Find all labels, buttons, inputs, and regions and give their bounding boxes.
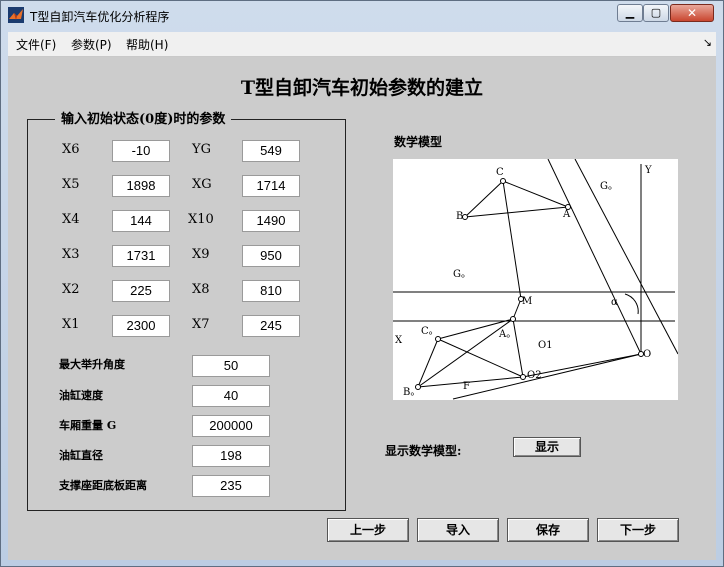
joint-b0: [415, 384, 421, 390]
matlab-logo-icon: [8, 7, 24, 23]
figure-client-area: T型自卸汽车初始参数的建立 输入初始状态(0度)时的参数 X6 -10 X5 1…: [8, 57, 716, 560]
page-title: T型自卸汽车初始参数的建立: [240, 77, 484, 99]
input-x8[interactable]: 810: [242, 280, 300, 302]
input-x7[interactable]: 245: [242, 315, 300, 337]
label-x2: X2: [62, 282, 80, 297]
input-support-distance[interactable]: 235: [192, 475, 270, 497]
joint-a: [565, 204, 571, 210]
label-cylinder-diameter: 油缸直径: [59, 449, 103, 462]
menu-params[interactable]: 参数(P): [71, 36, 112, 53]
label-x10: X10: [188, 212, 214, 227]
input-x9[interactable]: 950: [242, 245, 300, 267]
label-o1: O1: [538, 340, 553, 351]
top-triangle: [464, 180, 569, 218]
label-c0: C。: [421, 326, 439, 337]
link-o2-a0: [512, 318, 524, 378]
joint-b: [462, 214, 468, 220]
input-yg[interactable]: 549: [242, 140, 300, 162]
joint-c: [500, 178, 506, 184]
label-x7: X7: [192, 317, 210, 332]
close-icon: ✕: [686, 6, 698, 20]
input-x3[interactable]: 1731: [112, 245, 170, 267]
link-b0-o2: [417, 376, 524, 388]
label-x3: X3: [62, 247, 80, 262]
next-button[interactable]: 下一步: [597, 518, 679, 542]
label-f: F: [463, 381, 470, 392]
menu-corner-arrow-icon[interactable]: ↘: [703, 36, 712, 49]
label-y: Y: [644, 165, 652, 176]
label-alpha: α: [611, 297, 618, 308]
label-x: X: [395, 335, 403, 346]
input-x5[interactable]: 1898: [112, 175, 170, 197]
input-body-weight[interactable]: 200000: [192, 415, 270, 437]
label-a0: A。: [498, 329, 516, 340]
label-support-distance: 支撑座距底板距离: [59, 479, 147, 492]
minimize-icon: ▁: [625, 6, 635, 19]
import-button[interactable]: 导入: [417, 518, 499, 542]
joint-o2: [520, 374, 526, 380]
label-x4: X4: [62, 212, 80, 227]
alpha-arc: [624, 293, 639, 315]
title-bar[interactable]: T型自卸汽车优化分析程序 ▁ ▢ ✕: [1, 1, 723, 31]
app-window: T型自卸汽车优化分析程序 ▁ ▢ ✕ 文件(F) 参数(P) 帮助(H) ↘ T…: [0, 0, 724, 567]
show-model-label: 显示数学模型:: [385, 444, 462, 458]
close-button[interactable]: ✕: [670, 4, 714, 22]
maximize-icon: ▢: [650, 6, 662, 19]
menu-help[interactable]: 帮助(H): [126, 36, 168, 53]
maximize-button[interactable]: ▢: [643, 4, 669, 22]
prev-button[interactable]: 上一步: [327, 518, 409, 542]
input-cylinder-diameter[interactable]: 198: [192, 445, 270, 467]
input-max-lift-angle[interactable]: 50: [192, 355, 270, 377]
joint-o: [638, 351, 644, 357]
label-body-weight: 车厢重量 G: [59, 419, 117, 432]
label-cylinder-speed: 油缸速度: [59, 389, 103, 402]
math-model-svg: Y C G。 B A G。 M α X C。 A。 O1 O O2 B。 F: [393, 158, 679, 400]
input-x4[interactable]: 144: [112, 210, 170, 232]
input-x1[interactable]: 2300: [112, 315, 170, 337]
label-max-lift-angle: 最大举升角度: [59, 358, 125, 371]
window-title: T型自卸汽车优化分析程序: [30, 10, 170, 24]
label-a: A: [562, 209, 571, 220]
label-c: C: [496, 167, 504, 178]
joint-c0: [435, 336, 441, 342]
label-x1: X1: [62, 317, 80, 332]
label-g0: G。: [453, 269, 471, 280]
input-x2[interactable]: 225: [112, 280, 170, 302]
model-title: 数学模型: [394, 135, 443, 149]
input-cylinder-speed[interactable]: 40: [192, 385, 270, 407]
minimize-button[interactable]: ▁: [617, 4, 643, 22]
link-c0-o2: [437, 338, 524, 378]
menu-bar: 文件(F) 参数(P) 帮助(H) ↘: [8, 32, 716, 57]
label-g: G。: [600, 181, 618, 192]
label-o: O: [643, 349, 651, 360]
link-a0-m: [512, 298, 522, 320]
label-yg: YG: [192, 142, 211, 157]
menu-file[interactable]: 文件(F): [16, 36, 56, 53]
label-x5: X5: [62, 177, 80, 192]
group-title: 输入初始状态(0度)时的参数: [55, 108, 232, 127]
input-xg[interactable]: 1714: [242, 175, 300, 197]
show-model-button[interactable]: 显示: [513, 437, 581, 457]
label-xg: XG: [192, 177, 212, 192]
save-button[interactable]: 保存: [507, 518, 589, 542]
joint-a0: [510, 316, 516, 322]
math-model-diagram: Y C G。 B A G。 M α X C。 A。 O1 O O2 B。 F: [393, 158, 679, 400]
label-o2: O2: [527, 370, 542, 381]
label-x9: X9: [192, 247, 210, 262]
label-x6: X6: [62, 142, 80, 157]
joint-m: [518, 296, 524, 302]
input-x10[interactable]: 1490: [242, 210, 300, 232]
force-line-f: [452, 353, 642, 400]
link-c-m: [502, 180, 522, 300]
input-x6[interactable]: -10: [112, 140, 170, 162]
label-x8: X8: [192, 282, 210, 297]
